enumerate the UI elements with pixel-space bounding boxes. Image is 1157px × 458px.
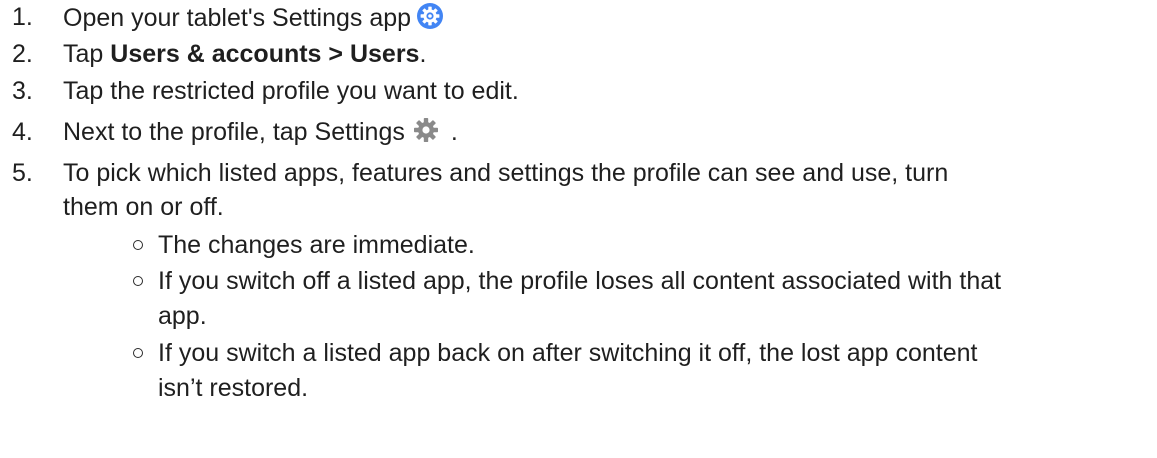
hollow-bullet-icon xyxy=(133,240,143,250)
instructions-document: 1. Open your tablet's Settings app 2. Ta… xyxy=(0,0,1157,458)
step-5-text-line1: To pick which listed apps, features and … xyxy=(63,159,949,187)
sub-bullet-3-text-line1: If you switch a listed app back on after… xyxy=(158,339,978,367)
step-3-text: Tap the restricted profile you want to e… xyxy=(63,77,519,105)
step-2-suffix: . xyxy=(419,40,427,68)
step-2-menu-path: Users & accounts > Users xyxy=(110,40,420,68)
step-5-number: 5. xyxy=(12,159,33,187)
sub-bullet-2-text-line1: If you switch off a listed app, the prof… xyxy=(158,267,1002,295)
step-4-text: Next to the profile, tap Settings xyxy=(63,118,405,146)
step-4-suffix: . xyxy=(450,118,458,146)
settings-gear-blue-icon xyxy=(416,2,444,30)
sub-bullet-3-text-line2: isn’t restored. xyxy=(158,374,309,402)
settings-gear-gray-icon xyxy=(413,117,439,143)
hollow-bullet-icon xyxy=(133,276,143,286)
step-2-number: 2. xyxy=(12,40,33,68)
step-3-number: 3. xyxy=(12,77,33,105)
sub-bullet-2-text-line2: app. xyxy=(158,302,207,330)
step-4-number: 4. xyxy=(12,118,33,146)
step-1-number: 1. xyxy=(12,3,33,31)
sub-bullet-1-text: The changes are immediate. xyxy=(158,231,475,259)
hollow-bullet-icon xyxy=(133,348,143,358)
step-2-prefix: Tap xyxy=(63,40,111,68)
step-5-text-line2: them on or off. xyxy=(63,193,224,221)
step-1-text: Open your tablet's Settings app xyxy=(63,4,412,32)
